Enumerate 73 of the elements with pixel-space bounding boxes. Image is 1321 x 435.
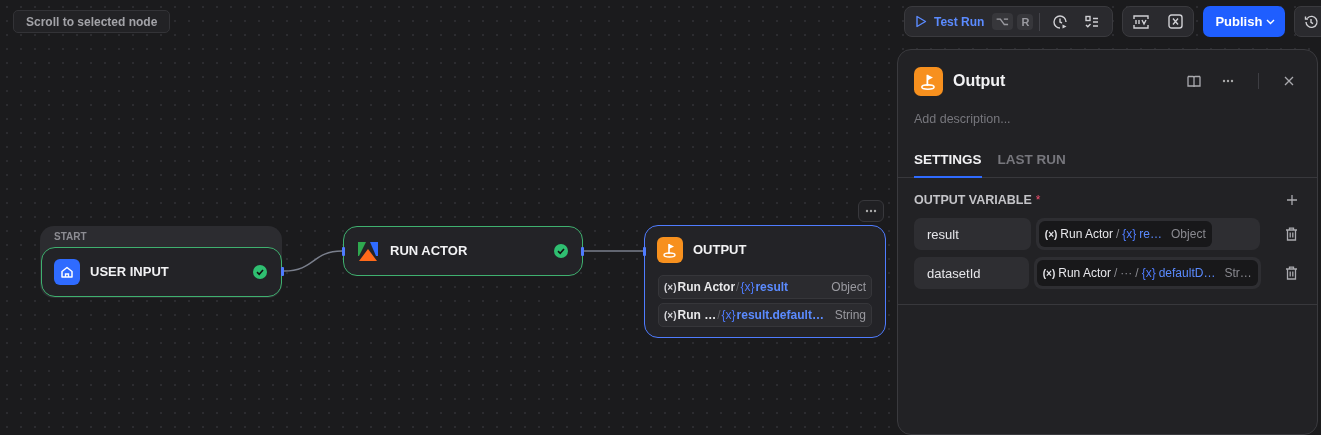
- shortcut-key: ⌥: [992, 13, 1014, 30]
- variable-symbol: {x}: [740, 280, 755, 294]
- section-title: OUTPUT VARIABLE: [914, 193, 1032, 207]
- flag-icon: [914, 66, 943, 96]
- variable-name: defaultD…: [1158, 266, 1216, 280]
- source-node-name: Run Actor: [677, 280, 736, 294]
- node-title: USER INPUT: [90, 264, 170, 279]
- scroll-to-node-button[interactable]: Scroll to selected node: [13, 10, 171, 33]
- port-handle[interactable]: [581, 247, 584, 256]
- plus-icon: [1286, 194, 1298, 206]
- source-node-name: Run Actor: [1060, 227, 1113, 241]
- node-title: OUTPUT: [693, 242, 748, 257]
- shortcut-key: R: [1017, 13, 1034, 30]
- group-label: START: [54, 231, 87, 242]
- connector-line: [583, 250, 644, 252]
- workflow-node[interactable]: RUN ACTOR: [343, 226, 583, 276]
- variable-name-field[interactable]: result: [914, 218, 1031, 250]
- book-icon: [1187, 74, 1201, 88]
- source-node-name: Run …: [677, 308, 717, 322]
- path-separator: /: [1116, 227, 1120, 241]
- node-title: RUN ACTOR: [390, 243, 469, 258]
- description-field[interactable]: Add description...: [914, 108, 1214, 130]
- flag-icon: [657, 236, 683, 263]
- more-icon: [1222, 79, 1234, 83]
- variable-name: result.default…: [736, 308, 824, 322]
- tab[interactable]: LAST RUN: [997, 152, 1066, 178]
- close-icon: [1284, 76, 1294, 86]
- trash-icon: [1284, 227, 1298, 241]
- test-run-button[interactable]: Test Run: [911, 14, 989, 29]
- variable-symbol: {x}: [1122, 227, 1137, 241]
- required-mark: *: [1035, 193, 1041, 207]
- workflow-node[interactable]: USER INPUT: [41, 247, 282, 297]
- variable-symbol: (×): [1044, 228, 1058, 240]
- variable-symbol: (×): [664, 309, 677, 321]
- path-separator: /: [1135, 266, 1139, 280]
- variable-symbol: (×): [664, 281, 677, 293]
- clock-play-icon: [1052, 13, 1069, 30]
- port-handle[interactable]: [643, 247, 646, 256]
- version-history-button[interactable]: [1294, 6, 1321, 37]
- path-separator: /: [717, 308, 721, 322]
- variable-name: re…: [1139, 227, 1163, 241]
- variable-type: Object: [831, 280, 866, 294]
- checklist-icon: [1084, 13, 1101, 30]
- variable-selector[interactable]: (×) Run Actor / ··· / {x} defaultD… Str…: [1033, 257, 1261, 289]
- connector-line: [283, 250, 343, 272]
- workflow-node[interactable]: OUTPUT (×)Run Actor/{x}result Object (×)Run …/{x}result.default… String: [644, 225, 886, 338]
- variable-symbol: (×): [1042, 267, 1056, 279]
- port-handle[interactable]: [281, 267, 284, 276]
- more-button[interactable]: [858, 200, 884, 222]
- variable-symbol: {x}: [721, 308, 736, 322]
- path-separator: /: [1114, 266, 1118, 280]
- variable-name-field[interactable]: datasetId: [914, 257, 1029, 289]
- publish-button[interactable]: Publish: [1203, 6, 1286, 37]
- play-icon: [915, 15, 927, 28]
- port-handle[interactable]: [342, 247, 345, 256]
- tab[interactable]: SETTINGS: [914, 152, 982, 178]
- variable-name: result: [755, 280, 789, 294]
- variable-type: Object: [1171, 227, 1206, 241]
- env-icon: [1133, 14, 1150, 29]
- path-separator: /: [736, 280, 740, 294]
- more-icon: [865, 209, 877, 213]
- panel-title: Output: [953, 72, 1007, 90]
- home-icon: [54, 258, 80, 285]
- path-ellipsis: ···: [1120, 266, 1133, 280]
- variable-type: String: [834, 308, 866, 322]
- caret-icon: [1266, 18, 1276, 25]
- trash-icon: [1284, 266, 1298, 280]
- variable-type: Str…: [1224, 266, 1252, 280]
- variable-box-icon: [1167, 14, 1183, 29]
- history-icon: [1302, 13, 1319, 30]
- variable-selector[interactable]: (×) Run Actor / {x} re… Object: [1035, 218, 1261, 250]
- variable-symbol: {x}: [1141, 266, 1156, 280]
- source-node-name: Run Actor: [1058, 266, 1111, 280]
